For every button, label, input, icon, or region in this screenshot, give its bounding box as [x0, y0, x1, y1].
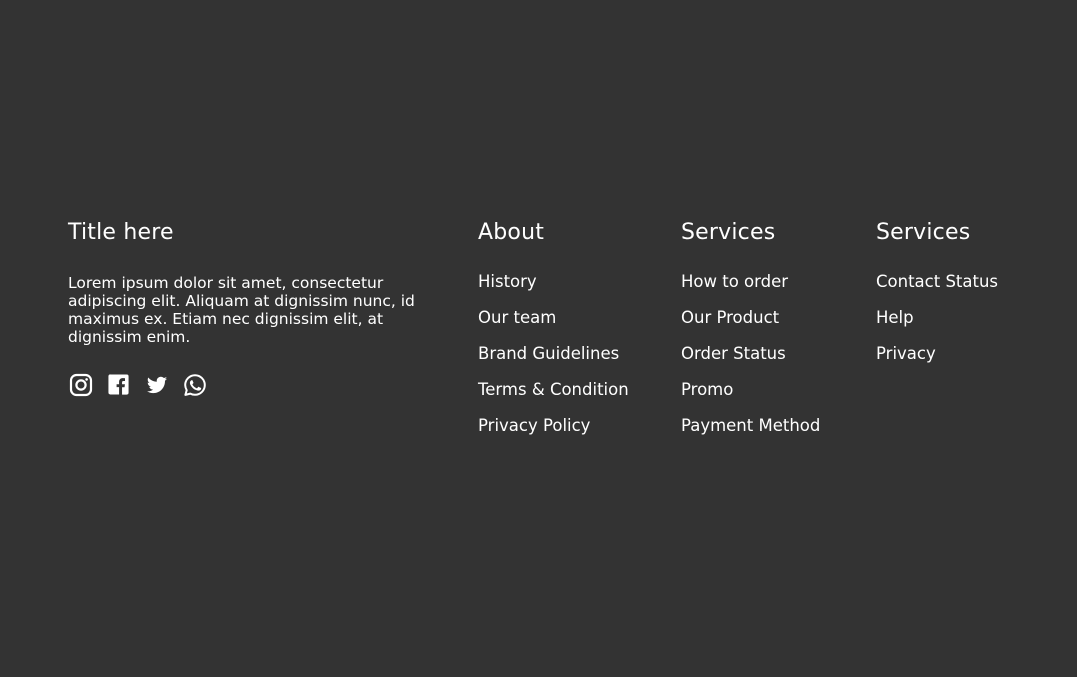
our-product-link[interactable]: Our Product — [681, 308, 779, 327]
brand-description: Lorem ipsum dolor sit amet, consectetur … — [68, 274, 415, 346]
social-links — [68, 372, 428, 397]
services-column-2: Services Contact Status Help Privacy — [876, 218, 998, 381]
twitter-link[interactable] — [144, 372, 169, 397]
about-column: About History Our team Brand Guidelines … — [478, 218, 629, 453]
whatsapp-link[interactable] — [182, 372, 207, 397]
promo-link[interactable]: Promo — [681, 380, 733, 399]
list-item: Our Product — [681, 309, 820, 345]
list-item: Privacy — [876, 345, 998, 381]
instagram-icon — [69, 373, 92, 396]
facebook-icon — [108, 374, 129, 395]
brand-guidelines-link[interactable]: Brand Guidelines — [478, 344, 619, 363]
list-item: Our team — [478, 309, 629, 345]
privacy-link[interactable]: Privacy — [876, 344, 936, 363]
list-item: Help — [876, 309, 998, 345]
instagram-link[interactable] — [68, 372, 93, 397]
services-column: Services How to order Our Product Order … — [681, 218, 820, 453]
list-item: Promo — [681, 381, 820, 417]
list-item: Brand Guidelines — [478, 345, 629, 381]
services-title-2: Services — [876, 220, 971, 245]
about-title: About — [478, 220, 545, 245]
history-link[interactable]: History — [478, 272, 537, 291]
our-team-link[interactable]: Our team — [478, 308, 556, 327]
how-to-order-link[interactable]: How to order — [681, 272, 788, 291]
order-status-link[interactable]: Order Status — [681, 344, 786, 363]
site-footer: Title here Lorem ipsum dolor sit amet, c… — [0, 0, 1077, 677]
twitter-icon — [146, 376, 167, 393]
terms-link[interactable]: Terms & Condition — [478, 380, 629, 399]
services-title: Services — [681, 220, 776, 245]
brand-title: Title here — [68, 220, 174, 245]
about-links: History Our team Brand Guidelines Terms … — [478, 273, 629, 453]
contact-status-link[interactable]: Contact Status — [876, 272, 998, 291]
list-item: History — [478, 273, 629, 309]
list-item: Privacy Policy — [478, 417, 629, 453]
brand-column: Title here Lorem ipsum dolor sit amet, c… — [68, 218, 428, 397]
list-item: Contact Status — [876, 273, 998, 309]
list-item: Order Status — [681, 345, 820, 381]
help-link[interactable]: Help — [876, 308, 914, 327]
payment-method-link[interactable]: Payment Method — [681, 416, 820, 435]
list-item: How to order — [681, 273, 820, 309]
facebook-link[interactable] — [106, 372, 131, 397]
list-item: Payment Method — [681, 417, 820, 453]
services-links: How to order Our Product Order Status Pr… — [681, 273, 820, 453]
whatsapp-icon — [183, 373, 206, 396]
privacy-policy-link[interactable]: Privacy Policy — [478, 416, 590, 435]
list-item: Terms & Condition — [478, 381, 629, 417]
services-links-2: Contact Status Help Privacy — [876, 273, 998, 381]
